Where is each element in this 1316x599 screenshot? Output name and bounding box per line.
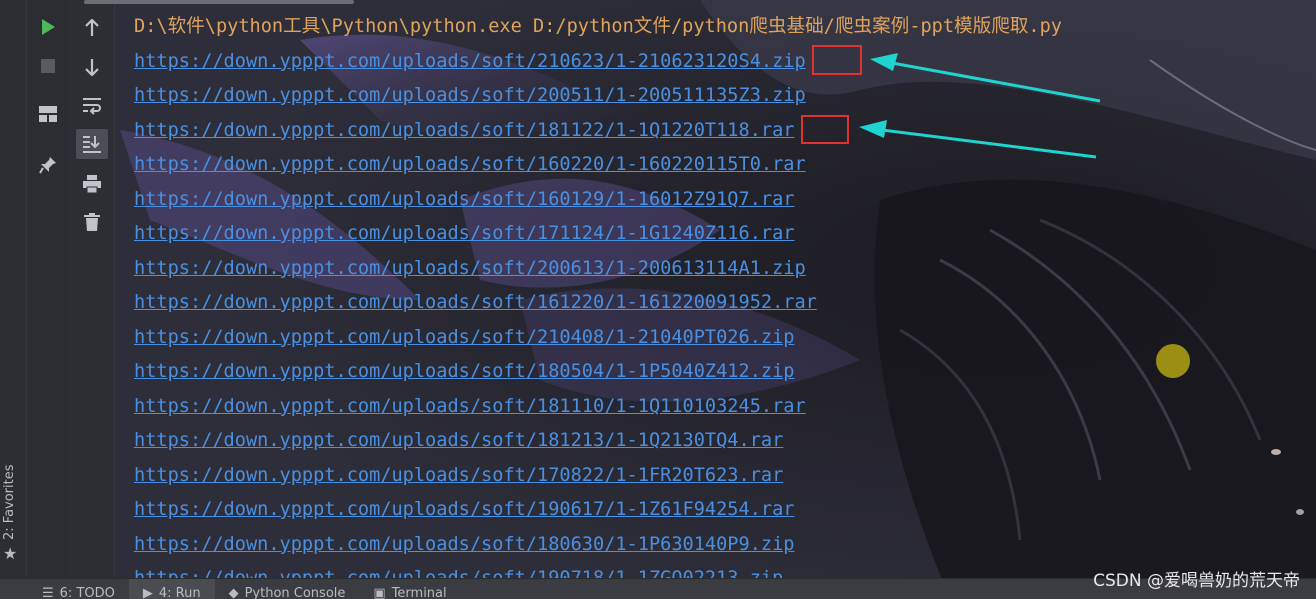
layout-icon	[39, 106, 57, 122]
console-toolbar	[70, 0, 115, 578]
pin-icon	[39, 157, 56, 174]
soft-wrap-button[interactable]	[76, 91, 108, 121]
layout-button[interactable]	[32, 99, 64, 129]
download-link[interactable]: https://down.ypppt.com/uploads/soft/2106…	[134, 45, 1062, 80]
zip-extension-highlight	[812, 45, 862, 75]
download-link[interactable]: https://down.ypppt.com/uploads/soft/1811…	[134, 390, 1062, 425]
url-list: https://down.ypppt.com/uploads/soft/2106…	[134, 45, 1062, 585]
soft-wrap-icon	[83, 98, 101, 115]
next-occurrence-button[interactable]	[76, 52, 108, 82]
watermark: CSDN @爱喝兽奶的荒天帝	[1093, 571, 1300, 591]
download-link[interactable]: https://down.ypppt.com/uploads/soft/1806…	[134, 528, 1062, 563]
print-icon	[83, 175, 101, 193]
tab-6-todo[interactable]: ☰ 6: TODO	[28, 579, 129, 599]
stop-icon	[41, 59, 55, 73]
download-link[interactable]: https://down.ypppt.com/uploads/soft/1601…	[134, 183, 1062, 218]
stop-button[interactable]	[32, 51, 64, 81]
run-button[interactable]	[32, 12, 64, 42]
list-icon: ☰	[42, 586, 54, 599]
download-link[interactable]: https://down.ypppt.com/uploads/soft/2005…	[134, 79, 1062, 114]
download-link[interactable]: https://down.ypppt.com/uploads/soft/2006…	[134, 252, 1062, 287]
star-icon[interactable]: ★	[3, 544, 17, 563]
run-tool-window: 2: Favorites ★ D:\软件\python工具\Python\pyt…	[0, 0, 1316, 599]
horizontal-scrollbar[interactable]	[84, 0, 354, 4]
favorites-strip: 2: Favorites ★	[0, 0, 27, 578]
tab-label: 6: TODO	[59, 586, 115, 599]
run-toolbar	[27, 0, 69, 578]
console-output: D:\软件\python工具\Python\python.exe D:/pyth…	[134, 10, 1062, 584]
download-link[interactable]: https://down.ypppt.com/uploads/soft/2104…	[134, 321, 1062, 356]
up-arrow-icon	[85, 19, 99, 36]
favorites-tab[interactable]: 2: Favorites	[2, 464, 17, 540]
download-link[interactable]: https://down.ypppt.com/uploads/soft/1812…	[134, 424, 1062, 459]
python-icon: ◆	[228, 586, 239, 599]
download-link[interactable]: https://down.ypppt.com/uploads/soft/1602…	[134, 148, 1062, 183]
scroll-to-end-button[interactable]	[76, 129, 108, 159]
rar-extension-highlight	[801, 115, 849, 144]
terminal-icon: ▣	[373, 586, 386, 599]
download-link[interactable]: https://down.ypppt.com/uploads/soft/1906…	[134, 493, 1062, 528]
down-arrow-icon	[85, 59, 99, 76]
run-icon: ▶	[142, 586, 153, 599]
tab-label: Python Console	[244, 586, 346, 599]
download-link[interactable]: https://down.ypppt.com/uploads/soft/1711…	[134, 217, 1062, 252]
tab-terminal[interactable]: ▣ Terminal	[359, 579, 460, 599]
download-link[interactable]: https://down.ypppt.com/uploads/soft/1612…	[134, 286, 1062, 321]
command-line: D:\软件\python工具\Python\python.exe D:/pyth…	[134, 16, 1062, 37]
tool-tabs: ☰ 6: TODO ▶ 4: Run ◆ Python Console ▣ Terminal	[28, 579, 461, 599]
tab-4-run[interactable]: ▶ 4: Run	[128, 579, 215, 599]
scroll-to-end-icon	[83, 136, 101, 153]
tab-label: 4: Run	[158, 586, 201, 599]
pin-tab-button[interactable]	[32, 150, 64, 180]
clear-all-button[interactable]	[76, 207, 108, 237]
tab-python-console[interactable]: ◆ Python Console	[215, 579, 360, 599]
trash-icon	[84, 213, 100, 231]
tab-label: Terminal	[391, 586, 447, 599]
download-link[interactable]: https://down.ypppt.com/uploads/soft/1805…	[134, 355, 1062, 390]
download-link[interactable]: https://down.ypppt.com/uploads/soft/1811…	[134, 114, 1062, 149]
print-button[interactable]	[76, 169, 108, 199]
download-link[interactable]: https://down.ypppt.com/uploads/soft/1708…	[134, 459, 1062, 494]
run-icon	[42, 19, 55, 35]
previous-occurrence-button[interactable]	[76, 13, 108, 43]
